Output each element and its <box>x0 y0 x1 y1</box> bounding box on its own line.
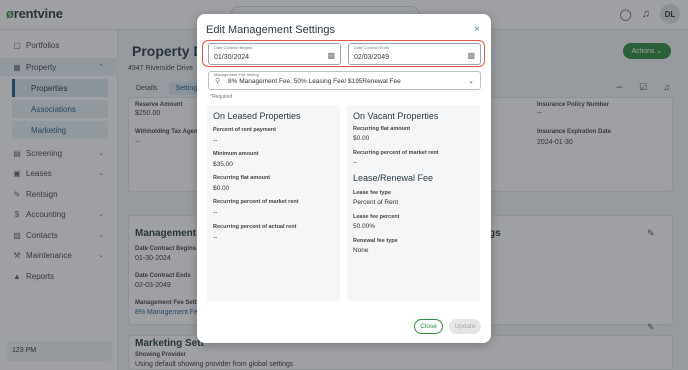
update-button[interactable]: Update <box>449 319 481 334</box>
edit-management-settings-modal: Edit Management Settings × Date Contract… <box>197 14 491 343</box>
date-contract-begins-field[interactable]: Date Contract Begins 01/30/2024 ▩ <box>208 43 341 65</box>
management-fee-select[interactable]: Management Fee Setting ⚲ 8% Management F… <box>208 71 481 90</box>
modal-title: Edit Management Settings <box>206 24 336 36</box>
date-contract-ends-field[interactable]: Date Contract Ends 02/03/2049 ▩ <box>348 43 481 65</box>
close-icon[interactable]: × <box>474 24 480 35</box>
vacant-properties-panel: On Vacant Properties Recurring flat amou… <box>347 105 480 301</box>
search-icon: ⚲ <box>215 78 221 85</box>
close-button[interactable]: Close <box>414 319 443 334</box>
calendar-icon[interactable]: ▩ <box>467 51 475 60</box>
leased-properties-panel: On Leased Properties Percent of rent pay… <box>207 105 340 301</box>
required-note: *Required <box>210 94 233 100</box>
calendar-icon[interactable]: ▩ <box>327 51 335 60</box>
chevron-down-icon: ⌄ <box>468 78 474 85</box>
